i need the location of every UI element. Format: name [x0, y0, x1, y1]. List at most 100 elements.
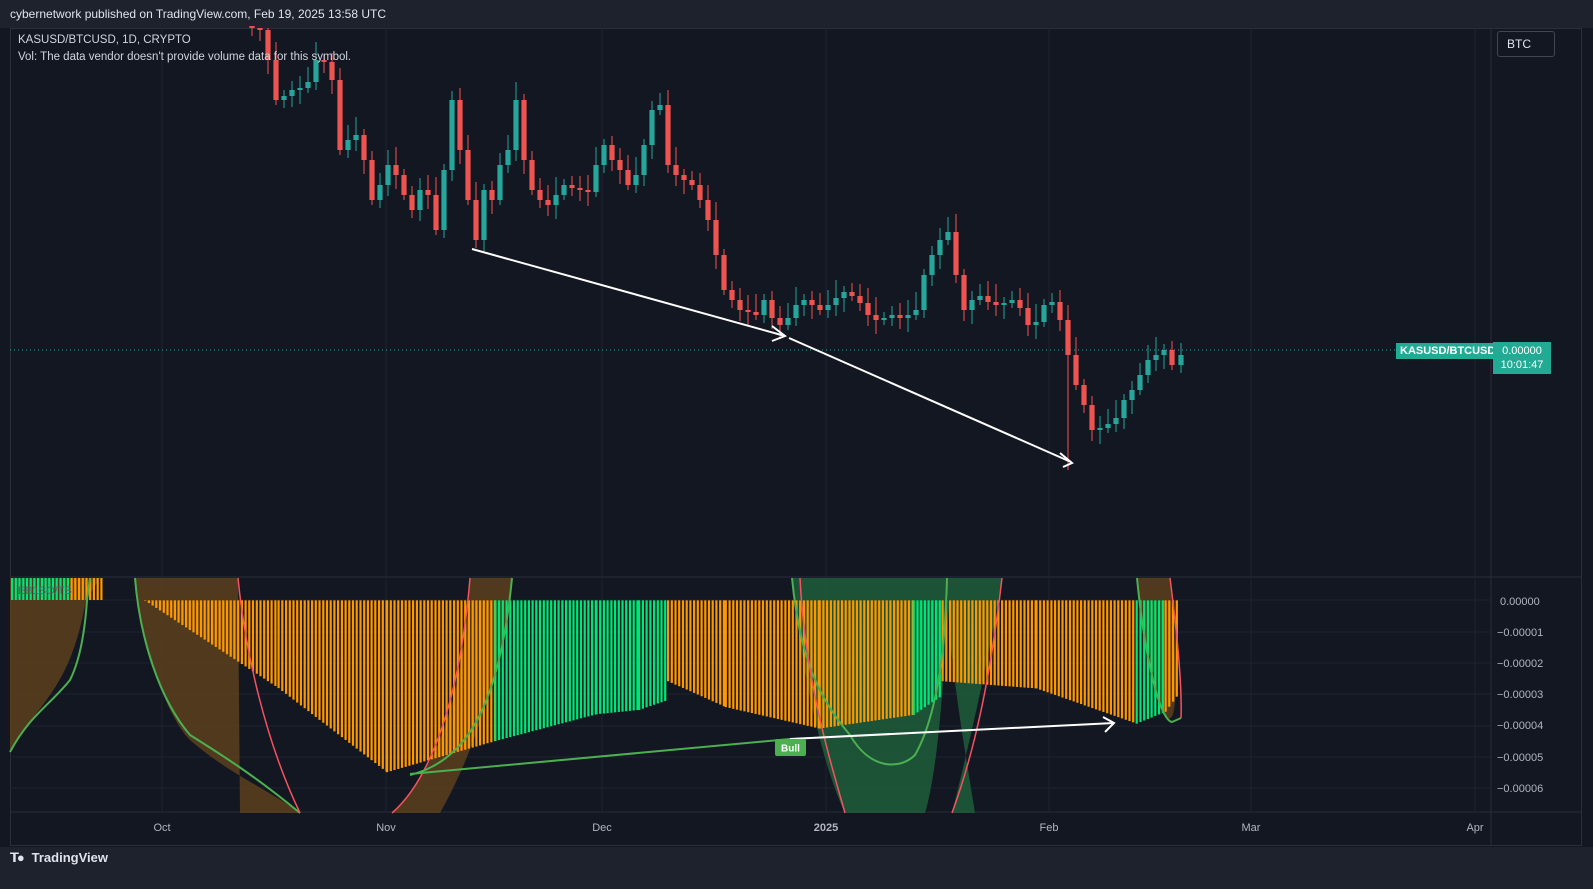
candle-body — [1121, 400, 1127, 418]
oscillator-axis: 0.00000 −0.00001 −0.00002 −0.00003 −0.00… — [1497, 596, 1543, 795]
candle-body — [561, 185, 567, 195]
candle-body — [297, 88, 303, 90]
histogram-bar — [874, 600, 877, 721]
histogram-bar — [434, 600, 437, 759]
histogram-bar — [535, 600, 538, 731]
histogram-bar — [1027, 600, 1030, 688]
histogram-bar — [501, 600, 504, 740]
histogram-bar — [638, 600, 641, 710]
histogram-bar — [486, 600, 489, 744]
last-price-value: 0.00000 — [1502, 345, 1542, 357]
histogram-bar — [1150, 600, 1153, 718]
histogram-bar — [329, 600, 332, 729]
histogram-bar — [1109, 600, 1112, 715]
histogram-bar — [386, 600, 389, 773]
histogram-bar — [303, 600, 306, 709]
candle-body — [753, 312, 759, 315]
compare-symbol-button[interactable]: BTC — [1497, 31, 1555, 57]
histogram-bar — [773, 600, 776, 719]
histogram-bar — [270, 600, 273, 684]
candle-body — [1049, 302, 1055, 305]
histogram-bar — [389, 600, 392, 772]
candle-body — [793, 305, 799, 318]
histogram-bar — [1113, 600, 1116, 716]
histogram-bar — [610, 600, 613, 713]
candle-body — [849, 292, 855, 296]
histogram-bar — [188, 600, 191, 630]
candle-body — [513, 100, 519, 150]
histogram-bar — [826, 600, 829, 728]
histogram-bar — [859, 600, 862, 723]
histogram-bar — [852, 600, 855, 724]
symbol-legend[interactable]: KASUSD/BTCUSD, 1D, CRYPTO — [18, 34, 191, 46]
histogram-bar — [1164, 600, 1167, 712]
histogram-bar — [1068, 600, 1072, 701]
histogram-bar — [233, 600, 236, 660]
candle-body — [817, 305, 823, 310]
histogram-bar — [263, 600, 266, 679]
histogram-bar — [693, 600, 696, 693]
candle-body — [401, 175, 407, 195]
histogram-bar — [419, 600, 422, 763]
candle-body — [465, 150, 471, 200]
candle-body — [1113, 418, 1119, 424]
histogram-bar — [1004, 600, 1007, 687]
histogram-bar — [1042, 600, 1045, 692]
y-tick: −0.00002 — [1497, 658, 1543, 670]
histogram-bar — [1106, 600, 1109, 714]
candle-body — [985, 296, 991, 302]
histogram-bar — [11, 578, 14, 600]
y-tick: −0.00006 — [1497, 783, 1543, 795]
histogram-bar — [707, 600, 711, 700]
y-tick: −0.00003 — [1497, 689, 1543, 701]
histogram-bar — [599, 600, 602, 714]
histogram-bar — [1001, 600, 1004, 686]
x-tick: Apr — [1466, 822, 1483, 834]
histogram-bar — [653, 600, 656, 705]
candle-body — [1057, 302, 1063, 320]
chart-canvas[interactable]: Bull Oct Nov Dec 2025 Feb Mar Apr 0.0000… — [0, 0, 1593, 889]
histogram-bar — [1050, 600, 1053, 694]
histogram-bar — [704, 600, 707, 698]
candle-body — [841, 292, 847, 298]
candle-body — [433, 195, 439, 230]
histogram-bar — [351, 600, 355, 746]
tradingview-logo[interactable]: 𝗧● TradingView — [10, 850, 108, 866]
histogram-bar — [867, 600, 870, 722]
arrow-line-1 — [471, 248, 786, 337]
candle-body — [801, 300, 807, 305]
histogram-bar — [1120, 600, 1124, 719]
histogram-bar — [1008, 600, 1011, 687]
histogram-bar — [546, 600, 549, 728]
candle-body — [1025, 308, 1031, 325]
histogram-bar — [333, 600, 336, 732]
histogram-bar — [1012, 600, 1015, 687]
histogram-bar — [520, 600, 523, 735]
candle-body — [377, 185, 383, 200]
histogram-bar — [810, 600, 813, 727]
histogram-bar — [963, 600, 966, 683]
candle-body — [537, 190, 543, 200]
histogram-bar — [769, 600, 772, 718]
histogram-bar — [978, 600, 981, 685]
histogram-bar — [251, 600, 255, 672]
histogram-bar — [960, 600, 963, 683]
histogram-bar — [155, 600, 158, 608]
candle-body — [601, 145, 607, 165]
histogram-bar — [181, 600, 184, 626]
candle-body — [897, 315, 903, 318]
candle-body — [681, 175, 687, 180]
histogram-bar — [378, 600, 381, 766]
indicator-label[interactable]: EB1SO/TS — [18, 585, 72, 597]
histogram-bar — [1015, 600, 1019, 687]
y-tick: −0.00004 — [1497, 720, 1543, 732]
histogram-bar — [225, 600, 229, 655]
histogram-bar — [975, 600, 978, 684]
histogram-bar — [199, 600, 203, 638]
histogram-bar — [531, 600, 534, 732]
candle-body — [649, 110, 655, 145]
histogram-bar — [460, 600, 463, 751]
y-tick: 0.00000 — [1500, 596, 1540, 608]
candle-body — [353, 135, 359, 140]
histogram-bar — [776, 600, 779, 720]
